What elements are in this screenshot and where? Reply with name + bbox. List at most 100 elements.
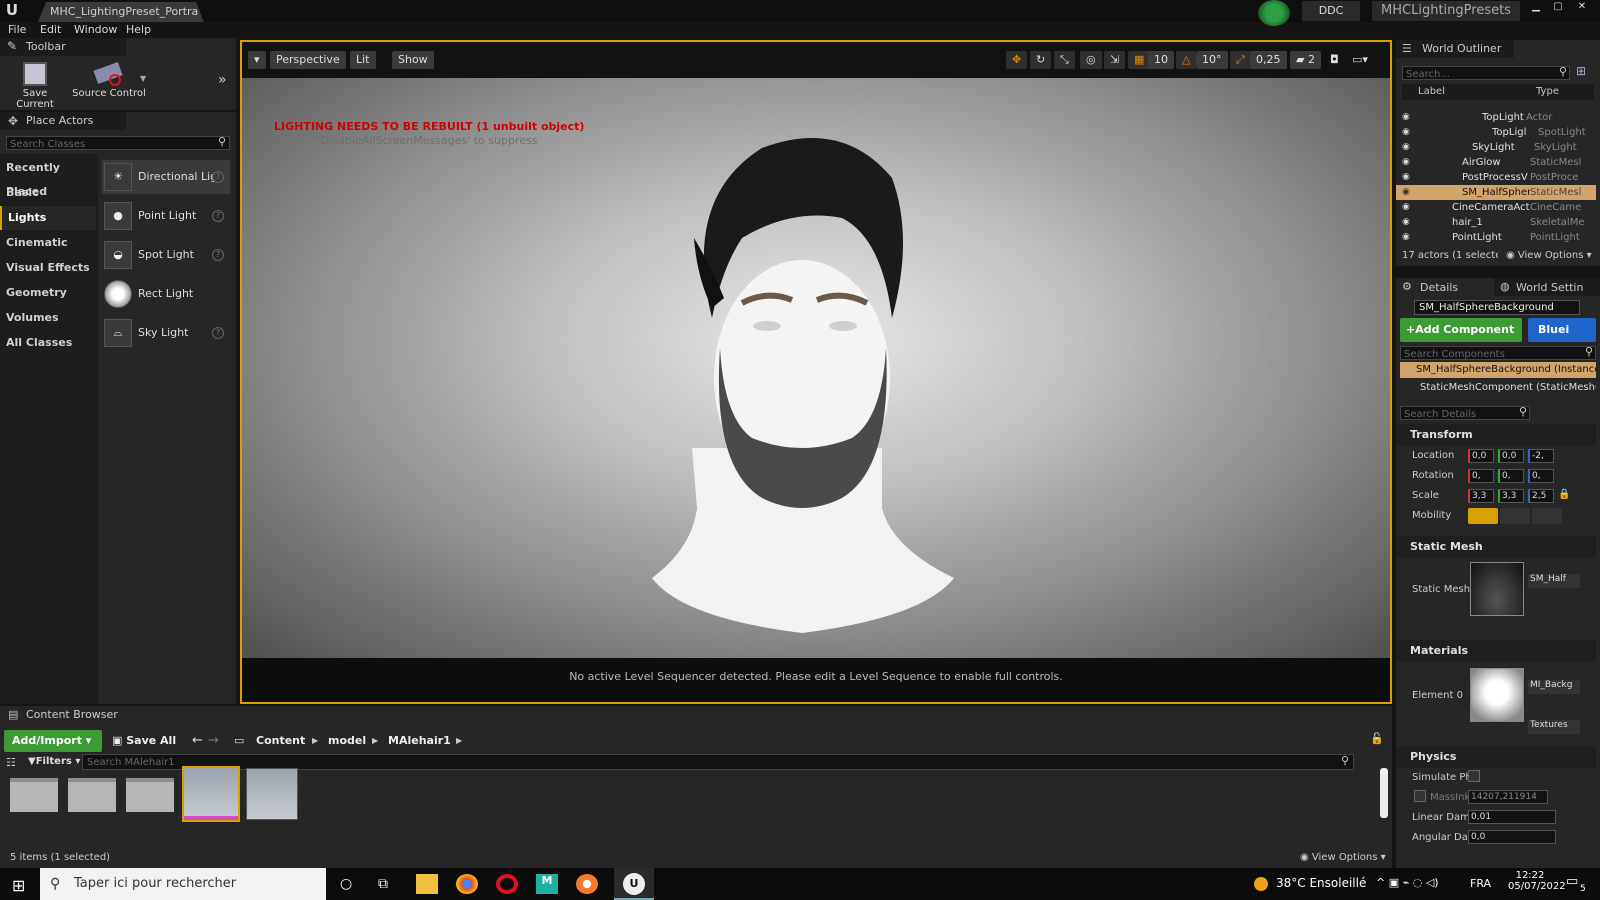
scale-label[interactable]: Scale: [1412, 490, 1439, 501]
angular-damping-value[interactable]: 0,0: [1468, 830, 1556, 844]
document-tab[interactable]: MHC_LightingPreset_Portra•: [38, 2, 204, 22]
object-name-input[interactable]: SM_HalfSphereBackground: [1414, 300, 1580, 315]
content-scrollbar[interactable]: [1380, 768, 1388, 818]
taskbar-search-input[interactable]: Taper ici pour rechercher: [40, 868, 326, 900]
location-x[interactable]: 0,0: [1468, 449, 1494, 463]
eye-icon[interactable]: ◉: [1402, 185, 1414, 200]
show-button[interactable]: Show: [392, 51, 434, 69]
mobility-stationary-button[interactable]: [1500, 508, 1530, 524]
details-tab[interactable]: ⚙ Details: [1396, 278, 1492, 296]
windows-start-icon[interactable]: ⊞: [12, 876, 25, 895]
outliner-row[interactable]: ◉ hair_1 SkeletalMe: [1396, 215, 1596, 230]
category-cinematic[interactable]: Cinematic: [0, 231, 96, 255]
location-z[interactable]: -2,: [1528, 449, 1554, 463]
category-lights[interactable]: Lights: [0, 206, 96, 230]
material-thumbnail[interactable]: [1470, 668, 1524, 722]
notifications-icon[interactable]: ▭: [1566, 874, 1578, 889]
category-volumes[interactable]: Volumes: [0, 306, 96, 330]
eye-icon[interactable]: ◉: [1402, 200, 1414, 215]
category-visual-effects[interactable]: Visual Effects: [0, 256, 96, 280]
rotation-snap-icon[interactable]: △: [1176, 51, 1197, 69]
source-control-button[interactable]: Source Control: [72, 61, 146, 99]
folder-thumbnail[interactable]: [126, 778, 174, 812]
actor-rect-light[interactable]: Rect Light: [102, 277, 230, 311]
type-column-header[interactable]: Type: [1536, 86, 1559, 97]
actor-sky-light[interactable]: ⌓ Sky Light ?: [102, 316, 230, 350]
file-explorer-icon[interactable]: [416, 874, 438, 894]
viewport-options-button[interactable]: ▾: [248, 51, 266, 69]
weather-sun-icon[interactable]: [1254, 877, 1268, 891]
category-basic[interactable]: Basic: [0, 181, 96, 205]
content-browser-tab[interactable]: Content Browser: [0, 706, 126, 724]
add-component-button[interactable]: +Add Component ▾: [1400, 318, 1522, 360]
chrome-icon[interactable]: [456, 874, 478, 894]
add-import-button[interactable]: Add/Import ▾: [4, 730, 102, 752]
label-column-header[interactable]: Label: [1418, 86, 1445, 97]
eye-icon[interactable]: ◉: [1402, 155, 1414, 170]
eye-icon[interactable]: ◉: [1402, 170, 1414, 185]
opera-icon[interactable]: [496, 874, 518, 894]
blueprint-button[interactable]: Bluei: [1528, 318, 1596, 342]
scale-z[interactable]: 2,5: [1528, 489, 1554, 503]
rotation-x[interactable]: 0,: [1468, 469, 1494, 483]
perspective-button[interactable]: Perspective: [270, 51, 346, 69]
menu-help[interactable]: Help: [126, 22, 151, 38]
mobility-movable-button[interactable]: [1532, 508, 1562, 524]
toolbar-tab[interactable]: Toolbar: [0, 38, 126, 56]
save-all-button[interactable]: ▣ Save All: [112, 730, 176, 752]
add-filter-icon[interactable]: ⊞: [1576, 64, 1586, 78]
maximize-icon[interactable]: ▢: [1548, 0, 1568, 14]
maximize-viewport-icon[interactable]: ◘: [1324, 51, 1345, 69]
viewport-scene[interactable]: LIGHTING NEEDS TO BE REBUILT (1 unbuilt …: [242, 78, 1390, 658]
scale-icon[interactable]: ⤡: [1054, 51, 1075, 69]
help-icon[interactable]: ?: [212, 327, 224, 339]
rotation-label[interactable]: Rotation: [1412, 470, 1454, 481]
sources-toggle-icon[interactable]: ☷: [6, 756, 16, 769]
translate-icon[interactable]: ✥: [1006, 51, 1028, 69]
rotate-icon[interactable]: ↻: [1030, 51, 1052, 69]
ddc-button[interactable]: DDC: [1302, 1, 1360, 21]
lit-button[interactable]: Lit: [350, 51, 376, 69]
instance-row[interactable]: SM_HalfSphereBackground (Instance): [1400, 362, 1596, 378]
menu-edit[interactable]: Edit: [40, 22, 61, 38]
material-dropdown[interactable]: MI_Backg: [1528, 680, 1580, 694]
world-settings-tab[interactable]: ◍ World Settin: [1494, 278, 1600, 296]
weather-label[interactable]: 38°C Ensoleillé: [1276, 876, 1366, 890]
outliner-row[interactable]: ◉ PostProcessV PostProce: [1396, 170, 1596, 185]
simulate-physics-checkbox[interactable]: [1468, 770, 1480, 782]
world-local-icon[interactable]: ◎: [1080, 51, 1102, 69]
scale-x[interactable]: 3,3: [1468, 489, 1494, 503]
content-view-options[interactable]: ◉ View Options ▾: [1300, 852, 1386, 863]
lock-icon[interactable]: 🔒: [1558, 489, 1570, 500]
level-viewport[interactable]: ▾ Perspective Lit Show ✥ ↻ ⤡ ◎ ⇲ ▦ 10 △ …: [240, 40, 1392, 704]
tray-icons[interactable]: ^ ▣ ⌁ ◌ ◁): [1376, 876, 1439, 889]
source-control-status-icon[interactable]: [1258, 0, 1290, 26]
task-view-icon[interactable]: ⧉: [378, 876, 388, 892]
outliner-view-options[interactable]: ◉ View Options ▾: [1506, 250, 1592, 261]
surface-snap-icon[interactable]: ⇲: [1104, 51, 1126, 69]
eye-icon[interactable]: ◉: [1402, 215, 1414, 230]
close-icon[interactable]: ✕: [1572, 0, 1592, 14]
rotation-snap-value[interactable]: 10°: [1196, 51, 1228, 69]
asset-thumbnail[interactable]: [246, 768, 298, 820]
back-arrow-icon[interactable]: ←: [192, 730, 203, 752]
outliner-row-selected[interactable]: ◉ SM_HalfSpher StaticMesl: [1396, 185, 1596, 200]
eye-icon[interactable]: ◉: [1402, 140, 1414, 155]
outliner-search-input[interactable]: Search... ⚲: [1402, 65, 1570, 80]
scale-snap-value[interactable]: 0,25: [1250, 51, 1287, 69]
folder-thumbnail[interactable]: [68, 778, 116, 812]
forward-arrow-icon[interactable]: →: [208, 730, 219, 752]
minimize-icon[interactable]: ▁: [1526, 0, 1546, 14]
component-row[interactable]: StaticMeshComponent (StaticMeshC: [1420, 382, 1596, 393]
location-label[interactable]: Location: [1412, 450, 1454, 461]
rotation-y[interactable]: 0,: [1498, 469, 1524, 483]
expand-toolbar-icon[interactable]: »: [218, 72, 227, 88]
scale-y[interactable]: 3,3: [1498, 489, 1524, 503]
actor-point-light[interactable]: ● Point Light ?: [102, 199, 230, 233]
search-details-input[interactable]: Search Details ⚲: [1400, 405, 1530, 420]
outliner-row[interactable]: ◉ SkyLight SkyLight: [1396, 140, 1596, 155]
save-current-button[interactable]: Save Current: [4, 62, 66, 110]
menu-file[interactable]: File: [8, 22, 26, 38]
asset-thumbnail-selected[interactable]: [182, 766, 240, 822]
folder-thumbnail[interactable]: [10, 778, 58, 812]
